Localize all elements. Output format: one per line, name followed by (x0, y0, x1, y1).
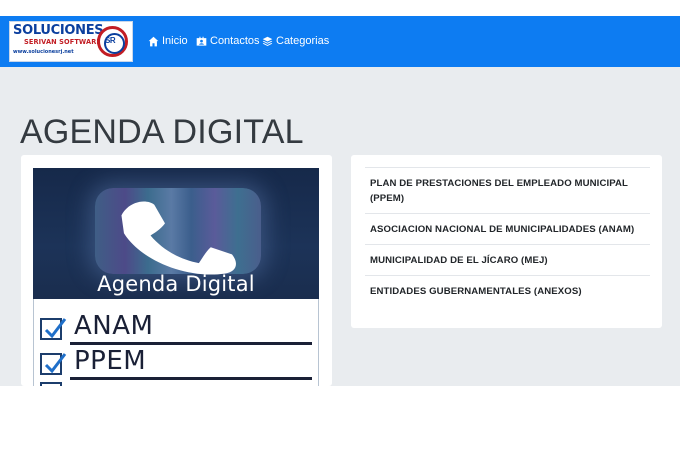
nav-inicio-label: Inicio (162, 35, 188, 47)
category-item-anexos[interactable]: ENTIDADES GUBERNAMENTALES (ANEXOS) (365, 275, 650, 306)
brand-subtitle: SERIVAN SOFTWARE (24, 38, 101, 46)
image-caption: Agenda Digital (97, 272, 255, 296)
checklist-label: PPEM (74, 346, 147, 376)
checklist-label: ANAM (74, 311, 154, 341)
image-banner: Agenda Digital (33, 168, 319, 299)
agenda-digital-image: Agenda Digital ANAM PPEM (33, 168, 319, 386)
phone-icon (121, 201, 236, 275)
divider (70, 377, 312, 380)
nav-contactos-label: Contactos (210, 35, 260, 47)
navbar: SOLUCIONES SERIVAN SOFTWARE www.solucion… (0, 16, 680, 67)
checklist-item: ANAM (40, 311, 312, 345)
category-item-ppem[interactable]: PLAN DE PRESTACIONES DEL EMPLEADO MUNICI… (365, 167, 650, 213)
nav-inicio[interactable]: Inicio (148, 33, 188, 49)
brand-url: www.solucionesrj.net (13, 49, 74, 55)
page: SOLUCIONES SERIVAN SOFTWARE www.solucion… (0, 0, 680, 454)
checklist-item: PPEM (40, 346, 312, 380)
page-title: AGENDA DIGITAL (20, 113, 304, 151)
checkbox-checked-icon (40, 353, 67, 375)
category-item-mej[interactable]: MUNICIPALIDAD DE EL JÍCARO (MEJ) (365, 244, 650, 275)
checkbox-checked-icon (40, 318, 67, 340)
nav-contactos[interactable]: Contactos (196, 33, 260, 49)
nav-categorias[interactable]: Categorias (262, 33, 329, 49)
nav-categorias-label: Categorias (276, 35, 330, 47)
checkbox-icon (40, 382, 62, 386)
address-card-icon (196, 36, 207, 46)
divider (70, 342, 312, 345)
brand-emblem-text: SR (105, 36, 116, 45)
home-icon (148, 36, 159, 46)
brand-logo[interactable]: SOLUCIONES SERIVAN SOFTWARE www.solucion… (9, 21, 133, 62)
brand-emblem-icon: SR (97, 26, 128, 57)
checklist: ANAM PPEM (33, 299, 319, 386)
category-list: PLAN DE PRESTACIONES DEL EMPLEADO MUNICI… (365, 167, 650, 306)
brand-title: SOLUCIONES (13, 23, 104, 38)
layers-icon (262, 36, 273, 46)
category-item-anam[interactable]: ASOCIACION NACIONAL DE MUNICIPALIDADES (… (365, 213, 650, 244)
